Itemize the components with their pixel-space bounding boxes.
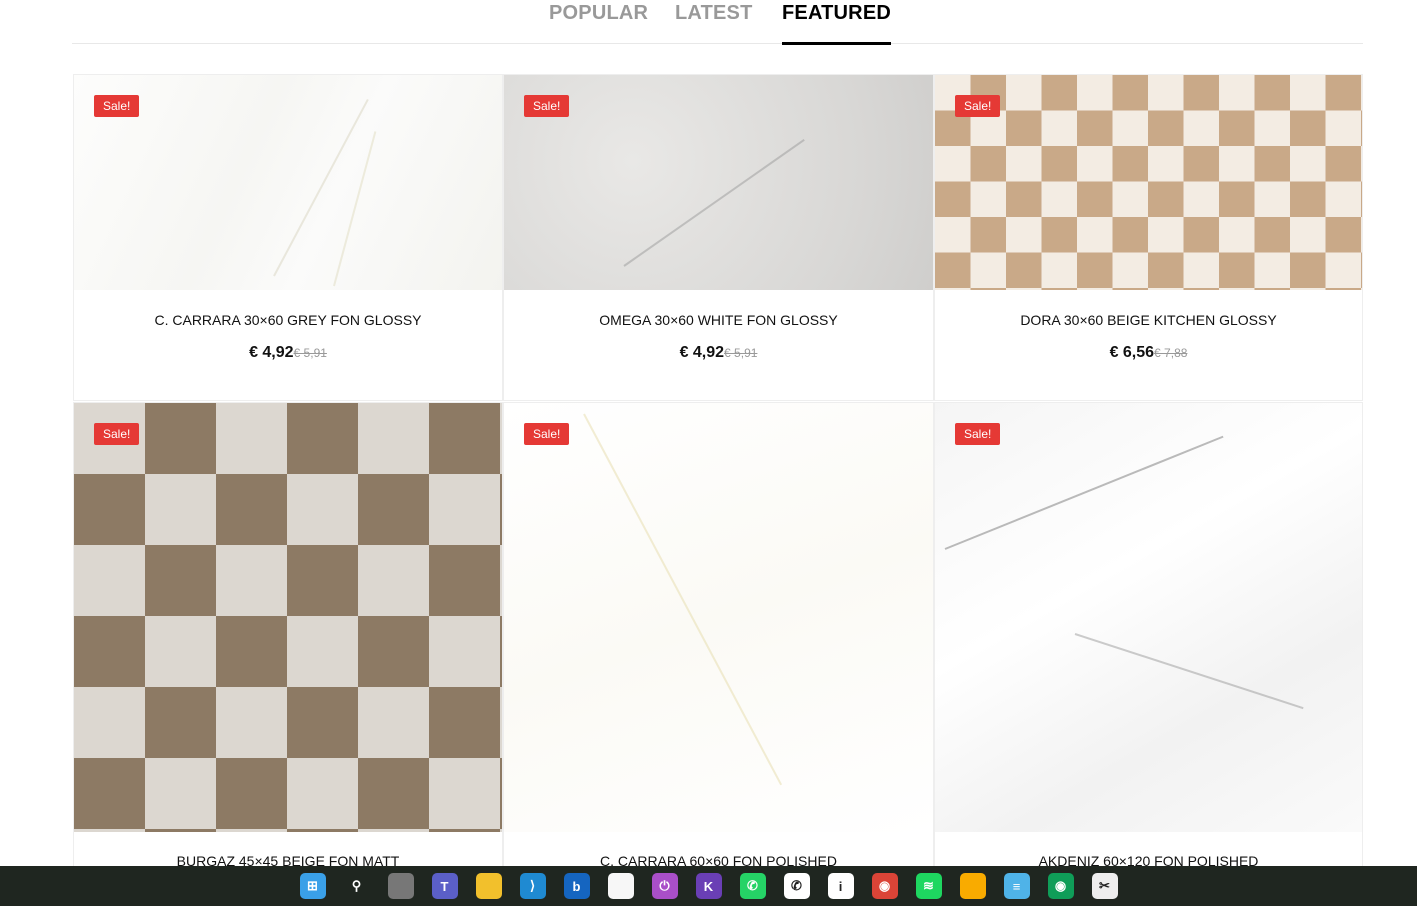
teams-icon[interactable]: T	[431, 873, 458, 899]
tab-latest[interactable]: LATEST	[675, 2, 753, 25]
sale-price: € 4,92	[679, 344, 725, 361]
product-image[interactable]	[935, 403, 1362, 832]
product-image[interactable]	[504, 403, 933, 832]
mail-icon[interactable]: b	[563, 873, 590, 899]
sale-badge: Sale!	[524, 95, 570, 117]
info-app-icon[interactable]: i	[827, 873, 854, 899]
sale-price: € 6,56	[1109, 344, 1155, 361]
product-card[interactable]: Sale! C. CARRARA 30×60 GREY FON GLOSSY €…	[73, 74, 503, 401]
product-card[interactable]: Sale! C. CARRARA 60×60 FON POLISHED	[503, 402, 934, 902]
spotify-icon[interactable]: ≋	[915, 873, 942, 899]
product-title[interactable]: DORA 30×60 BEIGE KITCHEN GLOSSY	[935, 312, 1362, 328]
snipping-tool-icon[interactable]: ✂	[1091, 873, 1118, 899]
old-price: € 5,91	[293, 346, 327, 360]
tab-featured[interactable]: FEATURED	[782, 2, 892, 45]
whatsapp-icon[interactable]: ✆	[739, 873, 766, 899]
tab-popular[interactable]: POPULAR	[549, 2, 648, 25]
product-tabs: POPULAR LATEST FEATURED	[72, 0, 1363, 45]
product-price: € 4,92€ 5,91	[504, 344, 933, 362]
product-price: € 6,56€ 7,88	[935, 344, 1362, 362]
notepad-icon[interactable]: ≡	[1003, 873, 1030, 899]
task-view-icon[interactable]	[387, 873, 414, 899]
sale-price: € 4,92	[249, 344, 294, 361]
product-card[interactable]: Sale! BURGAZ 45×45 BEIGE FON MATT	[73, 402, 503, 902]
product-card[interactable]: Sale! AKDENIZ 60×120 FON POLISHED	[934, 402, 1363, 902]
chrome-icon[interactable]: ◉	[871, 873, 898, 899]
sale-badge: Sale!	[94, 423, 140, 445]
k-app-icon[interactable]: K	[695, 873, 722, 899]
product-title[interactable]: C. CARRARA 30×60 GREY FON GLOSSY	[74, 312, 502, 328]
product-card[interactable]: Sale! OMEGA 30×60 WHITE FON GLOSSY € 4,9…	[503, 74, 934, 401]
windows-start-icon[interactable]: ⊞	[299, 873, 326, 899]
sale-badge: Sale!	[955, 423, 1001, 445]
search-icon[interactable]: ⚲	[344, 873, 370, 899]
sale-badge: Sale!	[94, 95, 140, 117]
sale-badge: Sale!	[524, 423, 570, 445]
old-price: € 5,91	[724, 346, 758, 360]
asana-icon[interactable]	[607, 873, 634, 899]
keep-icon[interactable]	[959, 873, 986, 899]
chrome-profile-icon[interactable]: ◉	[1047, 873, 1074, 899]
product-image[interactable]	[74, 403, 502, 832]
product-title[interactable]: OMEGA 30×60 WHITE FON GLOSSY	[504, 312, 933, 328]
product-card[interactable]: Sale! DORA 30×60 BEIGE KITCHEN GLOSSY € …	[934, 74, 1363, 401]
vscode-icon[interactable]: ⟩	[519, 873, 546, 899]
sale-badge: Sale!	[955, 95, 1001, 117]
power-app-icon[interactable]: ⏻	[651, 873, 678, 899]
file-explorer-icon[interactable]	[475, 873, 502, 899]
old-price: € 7,88	[1154, 346, 1188, 360]
windows-taskbar: ⊞ ⚲ T ⟩ b ⏻ K ✆ ✆ i ◉ ≋ ≡ ◉ ✂	[0, 866, 1417, 906]
whatsapp-beta-icon[interactable]: ✆	[783, 873, 810, 899]
product-price: € 4,92€ 5,91	[74, 344, 502, 362]
